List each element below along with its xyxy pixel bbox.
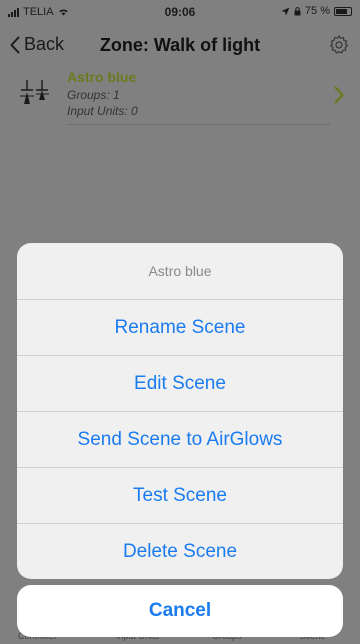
- scene-groups: Groups: 1: [67, 88, 120, 102]
- battery-icon: [334, 6, 352, 16]
- gear-icon[interactable]: [328, 34, 350, 56]
- chevron-right-icon: [334, 86, 344, 104]
- action-sheet-title: Astro blue: [17, 243, 343, 300]
- lamp-group-icon: [20, 80, 49, 104]
- action-sheet: Astro blue Rename Scene Edit Scene Send …: [17, 243, 343, 579]
- status-bar: TELIA 09:06 75 %: [0, 0, 360, 24]
- scene-list-item[interactable]: Astro blue Groups: 1 Input Units: 0: [0, 66, 360, 130]
- edit-scene-button[interactable]: Edit Scene: [17, 356, 343, 412]
- row-divider: [67, 124, 330, 125]
- rename-scene-button[interactable]: Rename Scene: [17, 300, 343, 356]
- battery-percent: 75 %: [304, 5, 330, 17]
- page-title: Zone: Walk of light: [99, 35, 261, 55]
- scene-name: Astro blue: [67, 69, 137, 85]
- cancel-button[interactable]: Cancel: [17, 585, 343, 637]
- send-scene-button[interactable]: Send Scene to AirGlows: [17, 412, 343, 468]
- nav-bar: Back Zone: Walk of light: [0, 26, 360, 64]
- delete-scene-button[interactable]: Delete Scene: [17, 524, 343, 579]
- test-scene-button[interactable]: Test Scene: [17, 468, 343, 524]
- scene-input-units: Input Units: 0: [67, 104, 138, 118]
- battery-fill: [336, 8, 347, 14]
- status-right: 75 %: [281, 5, 352, 17]
- orientation-lock-icon: [294, 6, 301, 15]
- location-arrow-icon: [281, 7, 290, 15]
